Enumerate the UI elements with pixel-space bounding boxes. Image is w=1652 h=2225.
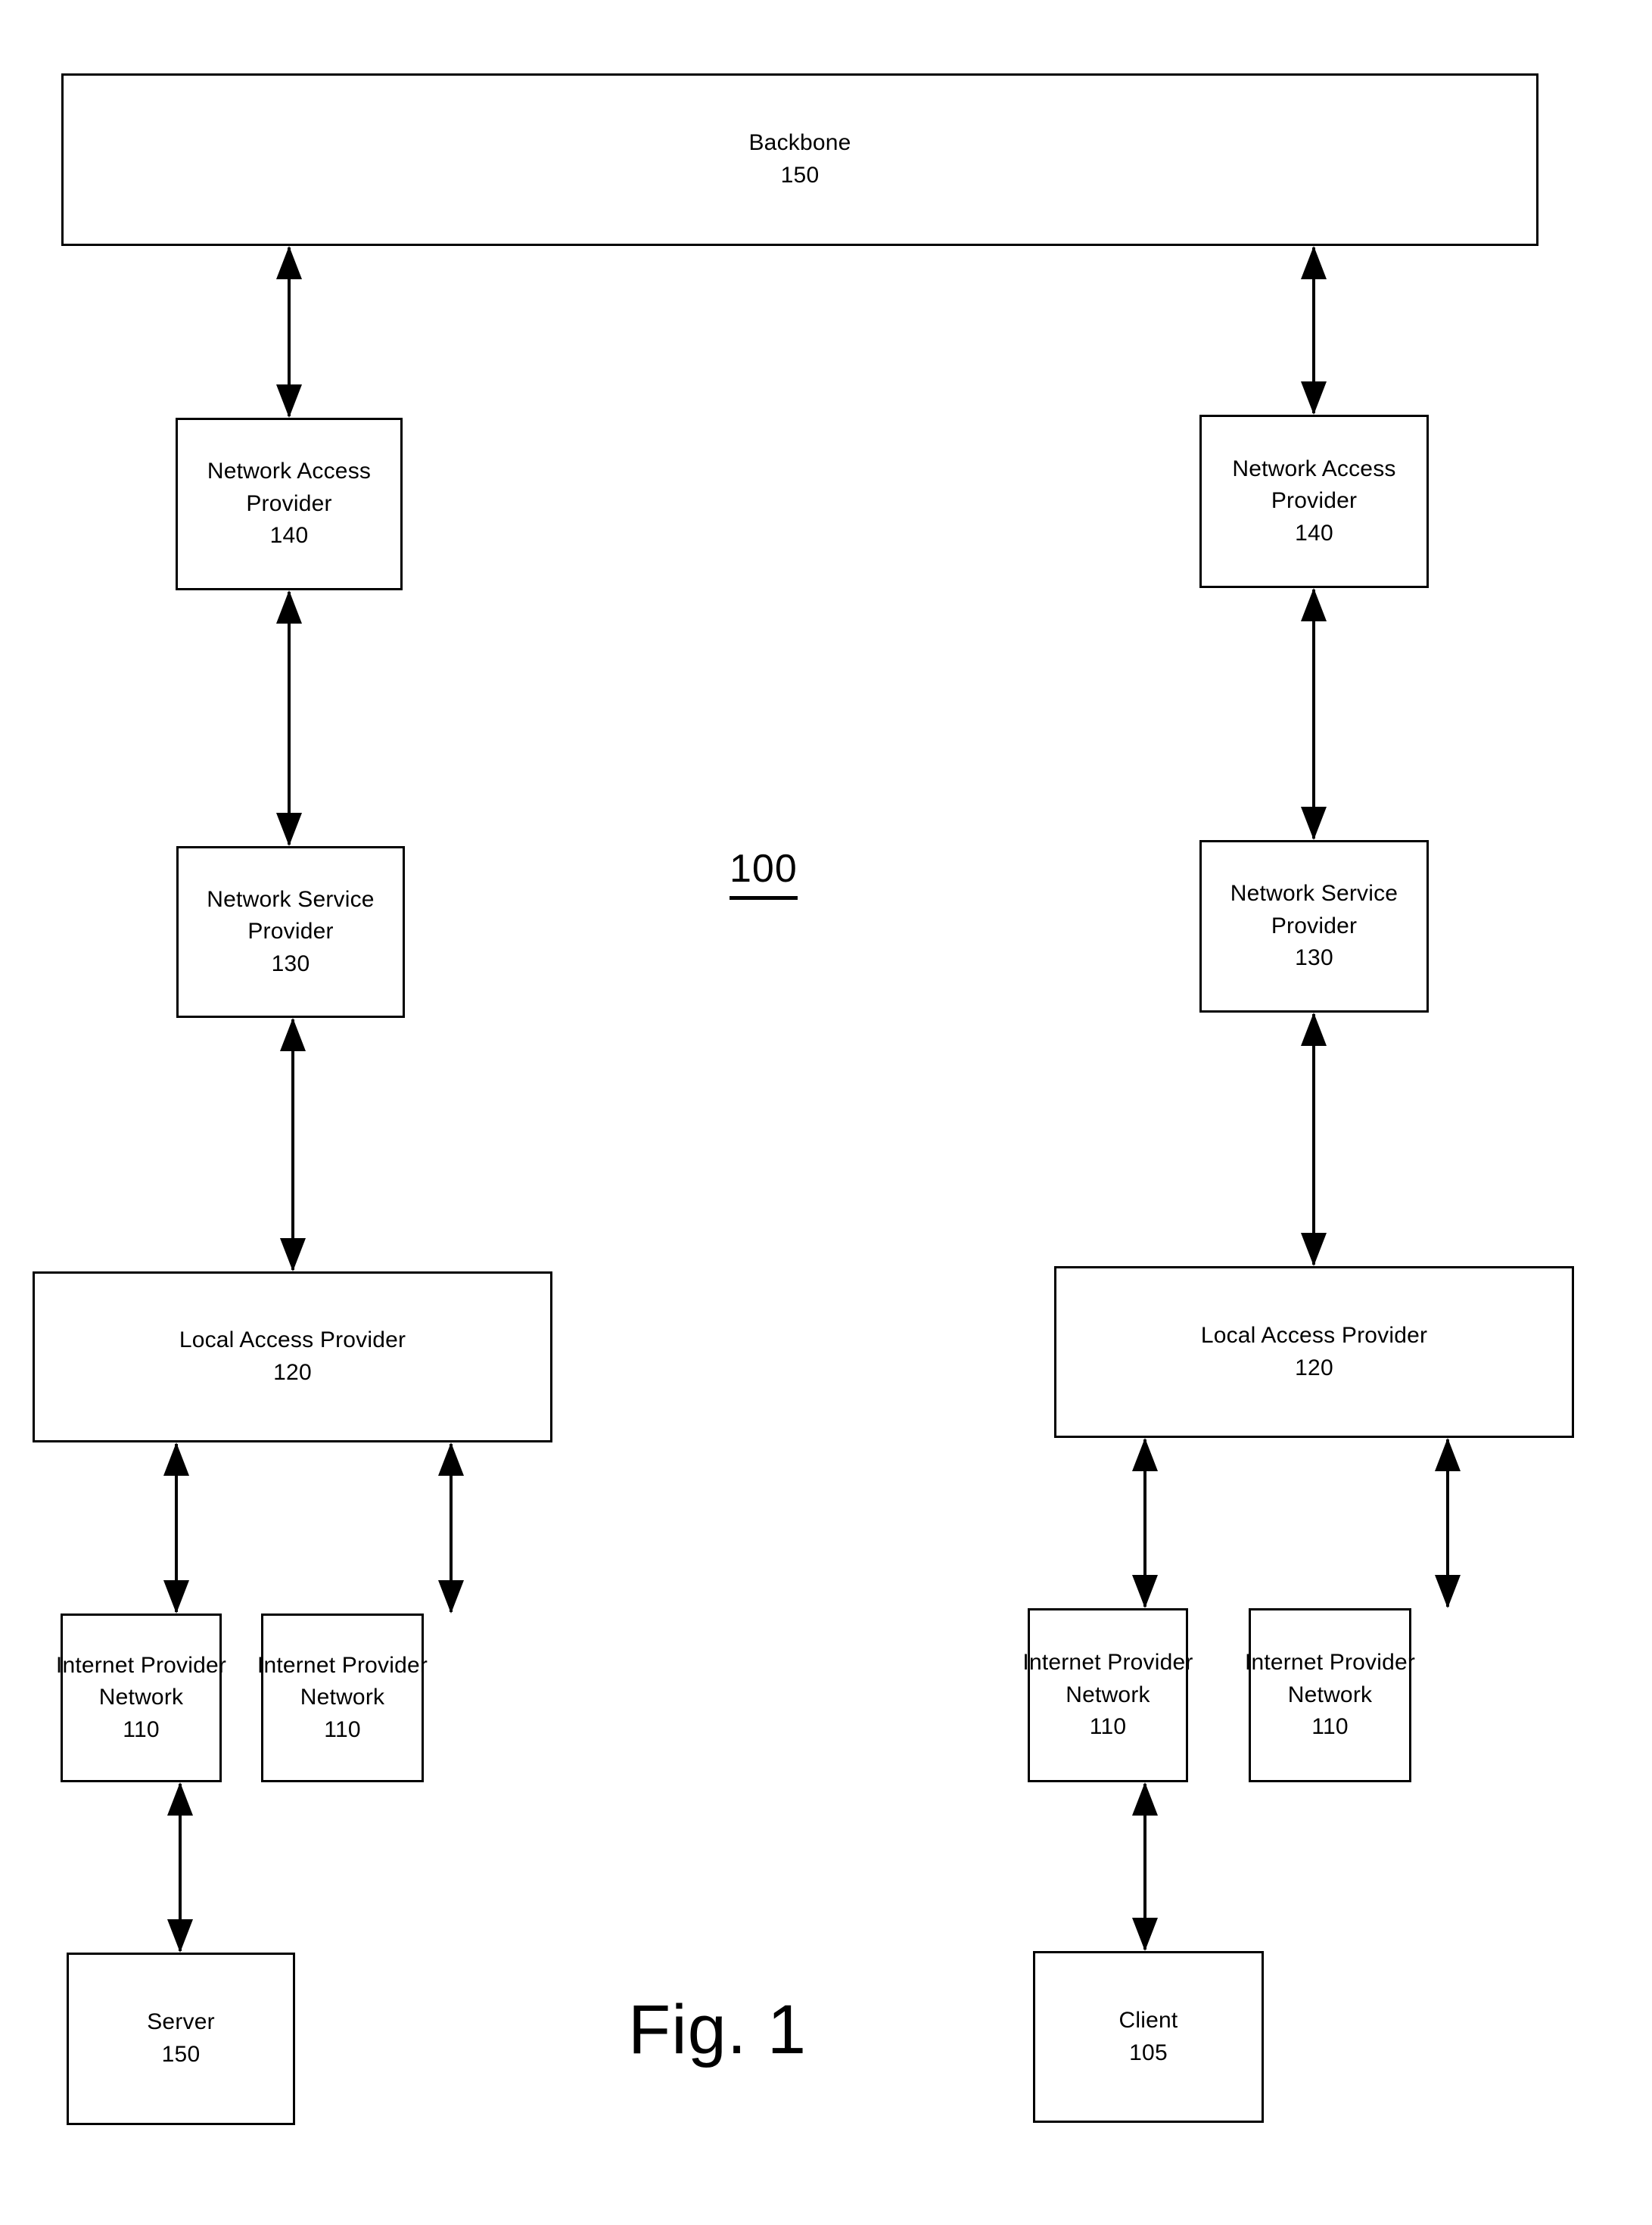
- local-access-provider-left-box: Local Access Provider 120: [33, 1271, 552, 1442]
- internet-provider-network-1-reference: 110: [123, 1716, 160, 1742]
- server-label: Server: [147, 2009, 215, 2035]
- local-access-provider-right-box: Local Access Provider 120: [1054, 1266, 1574, 1438]
- network-access-provider-left-reference: 140: [269, 523, 309, 549]
- backbone-to-nap-left-arrow: [266, 246, 312, 418]
- internet-provider-network-1-label: Network: [98, 1685, 184, 1710]
- patent-figure-1: Backbone 150 Network Access Provider 140 Netw…: [0, 0, 1652, 2225]
- network-access-provider-right-label: Provider: [1271, 488, 1358, 514]
- backbone-to-nap-right-arrow: [1291, 246, 1336, 415]
- lap-right-to-ipn-3-arrow: [1122, 1438, 1168, 1608]
- network-service-provider-left-box: Network Service Provider 130: [176, 846, 405, 1018]
- client-box: Client 105: [1033, 1951, 1264, 2123]
- network-service-provider-right-reference: 130: [1295, 945, 1333, 971]
- internet-provider-network-3-reference: 110: [1089, 1714, 1127, 1740]
- local-access-provider-right-reference: 120: [1295, 1355, 1333, 1380]
- internet-provider-network-4-label: Network: [1287, 1682, 1373, 1707]
- internet-provider-network-1-box: Internet Provider Network 110: [56, 1614, 226, 1782]
- network-service-provider-right-box: Network Service Provider 130: [1199, 840, 1429, 1013]
- internet-provider-network-4-label: Internet Provider: [1244, 1650, 1416, 1676]
- network-access-provider-right-box: Network Access Provider 140: [1199, 415, 1429, 588]
- local-access-provider-left-label: Local Access Provider: [179, 1327, 406, 1353]
- backbone-reference: 150: [780, 163, 820, 188]
- internet-provider-network-3-label: Internet Provider: [1022, 1650, 1193, 1676]
- internet-provider-network-2-label: Network: [300, 1685, 385, 1710]
- lap-left-to-ipn-2-arrow: [428, 1442, 474, 1614]
- local-access-provider-right-label: Local Access Provider: [1200, 1322, 1428, 1348]
- internet-provider-network-3-label: Network: [1066, 1682, 1150, 1707]
- network-service-provider-right-label: Network Service: [1230, 881, 1398, 907]
- server-box: Server 150: [67, 1953, 295, 2125]
- internet-provider-network-4-box: Internet Provider Network 110: [1245, 1608, 1415, 1782]
- lap-left-to-ipn-1-arrow: [154, 1442, 199, 1614]
- network-access-provider-right-reference: 140: [1295, 520, 1333, 546]
- ipn-3-to-client-arrow: [1122, 1782, 1168, 1951]
- network-access-provider-left-label: Provider: [246, 490, 332, 516]
- internet-provider-network-3-box: Internet Provider Network 110: [1022, 1608, 1193, 1782]
- internet-provider-network-2-label: Internet Provider: [257, 1652, 428, 1678]
- server-reference: 150: [161, 2042, 201, 2067]
- client-label: Client: [1118, 2007, 1178, 2033]
- nap-right-to-nsp-right-arrow: [1291, 588, 1336, 840]
- network-access-provider-right-label: Network Access: [1232, 456, 1396, 481]
- network-service-provider-left-reference: 130: [271, 951, 310, 976]
- nap-left-to-nsp-left-arrow: [266, 590, 312, 846]
- lap-right-to-ipn-4-arrow: [1425, 1438, 1470, 1608]
- internet-provider-network-2-box: Internet Provider Network 110: [257, 1614, 428, 1782]
- nsp-right-to-lap-right-arrow: [1291, 1013, 1336, 1266]
- nsp-left-to-lap-left-arrow: [270, 1018, 316, 1271]
- internet-provider-network-1-label: Internet Provider: [55, 1652, 227, 1678]
- network-access-provider-left-label: Network Access: [207, 459, 372, 484]
- network-access-provider-left-box: Network Access Provider 140: [176, 418, 403, 590]
- internet-provider-network-2-reference: 110: [324, 1716, 361, 1742]
- network-service-provider-left-label: Network Service: [207, 886, 375, 912]
- ipn-1-to-server-arrow: [157, 1782, 203, 1953]
- figure-caption-label: Fig. 1: [628, 1991, 807, 2068]
- network-service-provider-left-label: Provider: [247, 919, 334, 944]
- client-reference: 105: [1129, 2040, 1168, 2065]
- network-service-provider-right-label: Provider: [1271, 913, 1358, 938]
- local-access-provider-left-reference: 120: [273, 1360, 312, 1385]
- system-reference-label: 100: [730, 846, 798, 900]
- backbone-label: Backbone: [748, 130, 851, 156]
- internet-provider-network-4-reference: 110: [1311, 1714, 1349, 1740]
- backbone-box: Backbone 150: [61, 73, 1538, 246]
